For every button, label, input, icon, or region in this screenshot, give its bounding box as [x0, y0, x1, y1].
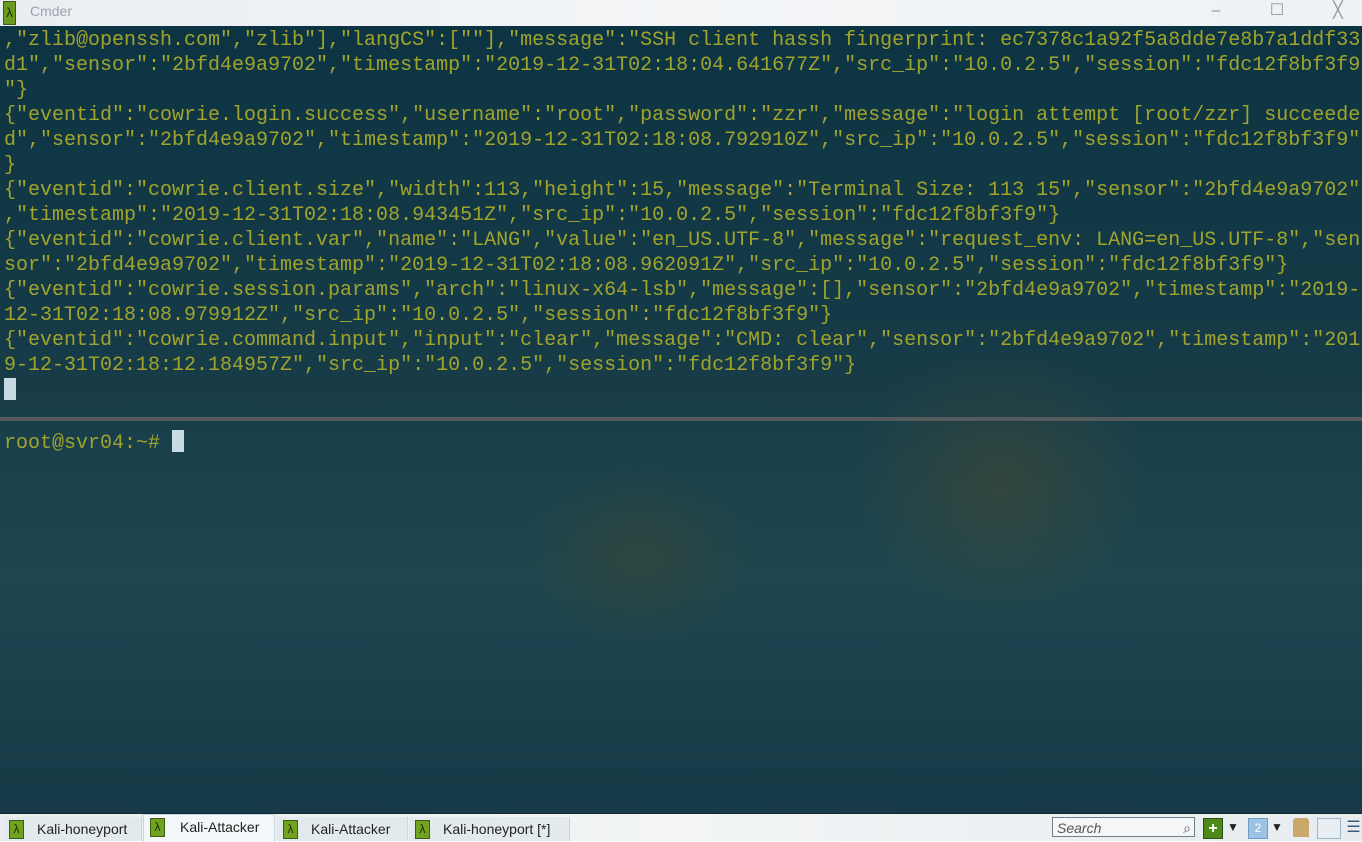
cursor	[4, 378, 16, 400]
terminal-output-line: ,"zlib@openssh.com","zlib"],"langCS":[""…	[4, 29, 1361, 52]
close-button[interactable]: ╳	[1318, 0, 1358, 26]
terminal-output-line: }	[4, 154, 17, 177]
lambda-app-icon: λ	[3, 1, 16, 25]
top-terminal-pane[interactable]: ,"zlib@openssh.com","zlib"],"langCS":[""…	[0, 26, 1362, 417]
window-title: Cmder	[30, 3, 73, 19]
terminal-output-line: d1","sensor":"2bfd4e9a9702","timestamp":…	[4, 54, 1361, 77]
terminal-output-line: 12-31T02:18:08.979912Z","src_ip":"10.0.2…	[4, 304, 833, 327]
tab-kali-attacker-active[interactable]: λ Kali-Attacker	[143, 814, 275, 842]
search-placeholder: Search	[1057, 820, 1102, 836]
terminal-output-line: 9-12-31T02:18:12.184957Z","src_ip":"10.0…	[4, 354, 857, 377]
bottom-terminal-pane[interactable]: root@svr04:~#	[0, 421, 1362, 813]
lambda-icon: λ	[9, 820, 24, 839]
new-console-dropdown-icon[interactable]: ▼	[1227, 818, 1239, 837]
terminal-output-line: sor":"2bfd4e9a9702","timestamp":"2019-12…	[4, 254, 1289, 277]
title-bar: λ Cmder – ☐ ╳	[0, 0, 1362, 26]
terminal-output-line: {"eventid":"cowrie.session.params","arch…	[4, 279, 1361, 302]
shell-prompt: root@svr04:~#	[4, 432, 173, 455]
lambda-icon: λ	[415, 820, 430, 839]
terminal-output-line: {"eventid":"cowrie.client.var","name":"L…	[4, 229, 1361, 252]
terminal-output-line: d","sensor":"2bfd4e9a9702","timestamp":"…	[4, 129, 1361, 152]
terminal-area[interactable]: ,"zlib@openssh.com","zlib"],"langCS":[""…	[0, 26, 1362, 813]
tab-kali-honeyport-modified[interactable]: λ Kali-honeyport [*]	[409, 817, 570, 841]
console-dropdown-icon[interactable]: ▼	[1271, 818, 1283, 837]
lambda-icon: λ	[150, 818, 165, 837]
cursor-line	[0, 378, 1362, 403]
prompt-line: root@svr04:~#	[0, 430, 1362, 455]
tab-bar: λ Kali-honeyport λ Kali-Attacker λ Kali-Att…	[0, 813, 1362, 842]
terminal-output-line: {"eventid":"cowrie.command.input","input…	[4, 329, 1361, 352]
console-number-icon[interactable]: 2	[1248, 818, 1268, 839]
cursor	[172, 430, 185, 452]
lock-icon[interactable]	[1293, 818, 1309, 837]
tab-kali-honeyport[interactable]: λ Kali-honeyport	[3, 817, 142, 841]
search-input[interactable]: Search ⌕	[1052, 817, 1195, 837]
tab-kali-attacker[interactable]: λ Kali-Attacker	[277, 817, 408, 841]
terminal-output-line: {"eventid":"cowrie.login.success","usern…	[4, 104, 1361, 127]
lambda-icon: λ	[283, 820, 298, 839]
terminal-output-line: ,"timestamp":"2019-12-31T02:18:08.943451…	[4, 204, 1061, 227]
menu-icon[interactable]: ☰	[1345, 818, 1362, 837]
terminal-output-line: "}	[4, 79, 29, 102]
maximize-button[interactable]: ☐	[1257, 0, 1297, 26]
split-view-icon[interactable]	[1317, 818, 1341, 839]
search-icon[interactable]: ⌕	[1183, 818, 1191, 838]
new-console-plus-icon[interactable]: +	[1203, 818, 1223, 839]
terminal-output-line: {"eventid":"cowrie.client.size","width":…	[4, 179, 1361, 202]
minimize-button[interactable]: –	[1196, 0, 1236, 26]
